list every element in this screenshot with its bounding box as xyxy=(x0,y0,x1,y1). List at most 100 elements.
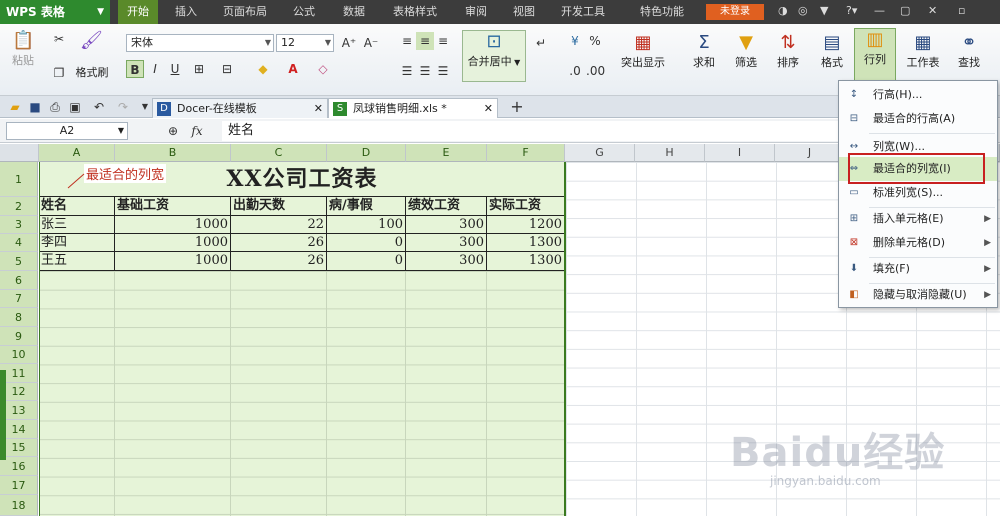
wrap-text-icon[interactable]: ↵ xyxy=(532,34,550,52)
table-cell[interactable]: 1200 xyxy=(487,216,565,234)
font-size-select[interactable]: 12 ▼ xyxy=(276,34,334,52)
table-cell[interactable]: 100 xyxy=(327,216,406,234)
name-box[interactable]: A2 ▼ xyxy=(6,122,128,140)
tab-docer[interactable]: D Docer-在线模板 ✕ xyxy=(152,98,328,118)
table-cell[interactable]: 1300 xyxy=(487,234,565,252)
row-header-5[interactable]: 5 xyxy=(0,252,38,271)
copy-icon[interactable]: ❐ xyxy=(50,64,68,82)
column-header-g[interactable]: G xyxy=(565,144,635,162)
select-all-corner[interactable] xyxy=(0,144,39,162)
menu-item-fill[interactable]: ⬇ 填充(F) ▶ xyxy=(839,257,997,281)
decrease-decimal-icon[interactable]: .00 xyxy=(586,62,605,80)
align-top-icon[interactable]: ≡ xyxy=(398,32,416,50)
header-cell-base-salary[interactable]: 基础工资 xyxy=(115,197,231,216)
menu-item-autofit-row[interactable]: ⊟ 最适合的行高(A) xyxy=(839,107,997,131)
table-cell[interactable]: 张三 xyxy=(39,216,115,234)
rows-cols-button[interactable]: ▥ 行列 xyxy=(854,28,896,82)
table-cell[interactable]: 26 xyxy=(231,234,327,252)
row-header-7[interactable]: 7 xyxy=(0,290,38,308)
paste-button[interactable]: 📋 粘贴 xyxy=(6,30,40,68)
tab-review[interactable]: 审阅 xyxy=(454,0,498,24)
column-header-h[interactable]: H xyxy=(635,144,705,162)
align-middle-icon[interactable]: ≡ xyxy=(416,32,434,50)
align-left-icon[interactable]: ☰ xyxy=(398,62,416,80)
align-center-icon[interactable]: ☰ xyxy=(416,62,434,80)
tab-formula[interactable]: 公式 xyxy=(282,0,326,24)
tab-workbook[interactable]: S 凤球销售明细.xls * ✕ xyxy=(328,98,498,118)
menu-item-hide-unhide[interactable]: ◧ 隐藏与取消隐藏(U) ▶ xyxy=(839,283,997,307)
table-cell[interactable]: 1000 xyxy=(115,216,231,234)
header-cell-attendance[interactable]: 出勤天数 xyxy=(231,197,327,216)
tab-special[interactable]: 特色功能 xyxy=(630,0,694,24)
tab-developer[interactable]: 开发工具 xyxy=(550,0,616,24)
app-menu-button[interactable]: WPS 表格 ▼ xyxy=(0,0,110,24)
bold-button[interactable]: B xyxy=(126,60,144,78)
filter-button[interactable]: ▼ 筛选 xyxy=(726,32,766,70)
header-cell-leave[interactable]: 病/事假 xyxy=(327,197,406,216)
fill-color-icon[interactable]: ◆ xyxy=(254,60,272,78)
column-header-j[interactable]: J xyxy=(775,144,845,162)
open-folder-icon[interactable]: ▰ xyxy=(6,98,24,116)
tab-view[interactable]: 视图 xyxy=(504,0,544,24)
shirt-icon[interactable]: ▼ xyxy=(820,4,828,17)
increase-font-icon[interactable]: A⁺ xyxy=(340,34,358,52)
row-header-18[interactable]: 18 xyxy=(0,495,38,516)
currency-icon[interactable]: ¥ xyxy=(566,32,584,50)
tab-table-style[interactable]: 表格样式 xyxy=(382,0,448,24)
header-cell-actual-salary[interactable]: 实际工资 xyxy=(487,197,565,216)
row-header-4[interactable]: 4 xyxy=(0,234,38,252)
menu-item-column-width[interactable]: ↔ 列宽(W)... xyxy=(839,135,997,159)
login-button[interactable]: 未登录 xyxy=(706,4,764,20)
table-cell[interactable]: 22 xyxy=(231,216,327,234)
function-button[interactable]: fx xyxy=(188,122,206,140)
row-header-1[interactable]: 1 xyxy=(0,162,38,197)
sort-button[interactable]: ⇅ 排序 xyxy=(768,32,808,70)
table-cell[interactable]: 王五 xyxy=(39,252,115,271)
clear-format-icon[interactable]: ◇ xyxy=(314,60,332,78)
table-cell[interactable]: 0 xyxy=(327,234,406,252)
border-icon[interactable]: ⊞ xyxy=(190,60,208,78)
align-right-icon[interactable]: ☰ xyxy=(434,62,452,80)
column-header-f[interactable]: F xyxy=(487,144,565,162)
row-header-8[interactable]: 8 xyxy=(0,308,38,327)
table-cell[interactable]: 李四 xyxy=(39,234,115,252)
table-cell[interactable]: 1000 xyxy=(115,252,231,271)
close-icon[interactable]: ✕ xyxy=(928,4,937,17)
header-cell-performance[interactable]: 绩效工资 xyxy=(406,197,487,216)
restore-icon[interactable]: ▢ xyxy=(900,4,910,17)
align-bottom-icon[interactable]: ≡ xyxy=(434,32,452,50)
decrease-font-icon[interactable]: A⁻ xyxy=(362,34,380,52)
table-cell[interactable]: 0 xyxy=(327,252,406,271)
undo-icon[interactable]: ↶ xyxy=(90,98,108,116)
table-cell[interactable]: 300 xyxy=(406,216,487,234)
table-cell[interactable]: 26 xyxy=(231,252,327,271)
formula-input[interactable]: 姓名 xyxy=(222,121,842,141)
menu-item-autofit-column[interactable]: ⇔ 最适合的列宽(I) xyxy=(839,157,997,181)
zoom-icon[interactable]: ⊕ xyxy=(164,122,182,140)
table-cell[interactable]: 300 xyxy=(406,234,487,252)
column-header-i[interactable]: I xyxy=(705,144,775,162)
highlight-button[interactable]: ▦ 突出显示 xyxy=(618,32,668,70)
header-cell-name[interactable]: 姓名 xyxy=(39,197,115,216)
menu-item-delete-cells[interactable]: ⊠ 删除单元格(D) ▶ xyxy=(839,231,997,255)
row-header-3[interactable]: 3 xyxy=(0,216,38,234)
menu-item-insert-cells[interactable]: ⊞ 插入单元格(E) ▶ xyxy=(839,207,997,231)
find-button[interactable]: ⚭ 查找 xyxy=(950,32,988,70)
column-header-a[interactable]: A xyxy=(39,144,115,162)
tab-page-layout[interactable]: 页面布局 xyxy=(214,0,276,24)
column-header-c[interactable]: C xyxy=(231,144,327,162)
redo-icon[interactable]: ↷ xyxy=(114,98,132,116)
close-icon[interactable]: ✕ xyxy=(314,99,323,118)
row-header-9[interactable]: 9 xyxy=(0,327,38,346)
merge-center-button[interactable]: ⊡ 合并居中 ▼ xyxy=(462,30,526,82)
tab-insert[interactable]: 插入 xyxy=(164,0,208,24)
menu-item-row-height[interactable]: ↕ 行高(H)... xyxy=(839,83,997,107)
row-header-17[interactable]: 17 xyxy=(0,476,38,495)
increase-decimal-icon[interactable]: .0 xyxy=(566,62,584,80)
tab-home[interactable]: 开始 xyxy=(118,0,158,24)
row-header-6[interactable]: 6 xyxy=(0,271,38,290)
column-header-e[interactable]: E xyxy=(406,144,487,162)
share-icon[interactable]: ◎ xyxy=(798,4,808,17)
save-icon[interactable]: ■ xyxy=(26,98,44,116)
table-cell[interactable]: 300 xyxy=(406,252,487,271)
